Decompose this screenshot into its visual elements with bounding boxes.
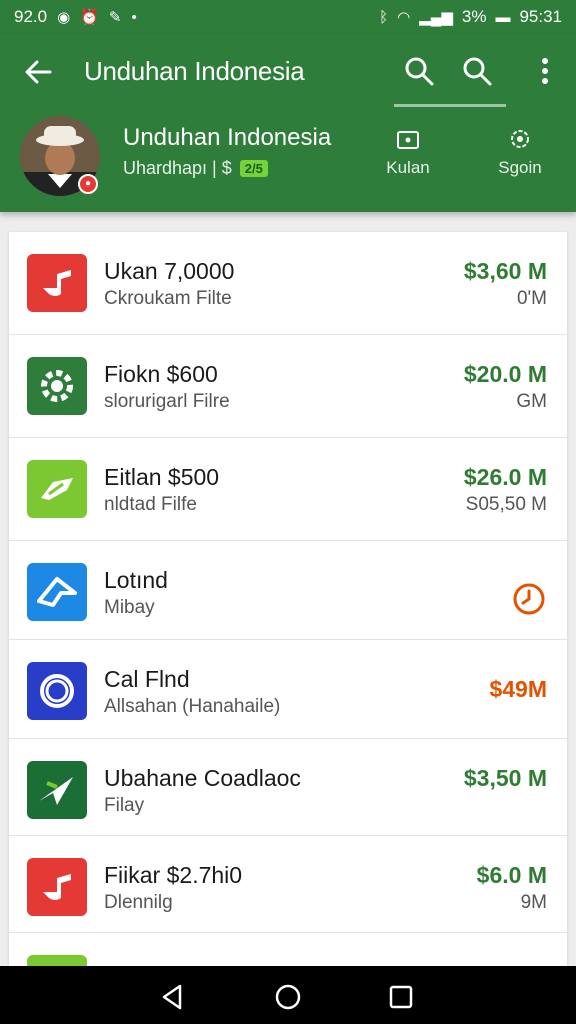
toolbar-title: Unduhan Indonesia [84, 56, 305, 86]
list-item-price: $20.0 M [463, 361, 547, 387]
download-list: Ukan 7,0000 Ckroukam Filte $3,60 M 0'M F… [9, 232, 567, 968]
ring-icon [27, 662, 87, 720]
profile-badge: 2/5 [239, 160, 268, 177]
status-bar: 92.0 ◉ ⏰ ✎ • ᛒ ◠ ▂▄▆ 3% ▬ 95:31 [0, 0, 576, 34]
tab-settings-label: Sgoin [498, 158, 542, 177]
notification-icon: ◉ [57, 8, 71, 26]
list-item-title: Fiikar $2.7hi0 [104, 862, 243, 888]
list-item-size: 9M [520, 892, 547, 913]
list-item-price: $26.0 M [463, 464, 547, 490]
list-item-title: Fiokn $600 [104, 361, 218, 387]
gear-icon [27, 357, 87, 415]
toolbar: Unduhan Indonesia [0, 34, 576, 108]
music-note-icon [27, 254, 87, 312]
search-icon[interactable] [402, 54, 436, 88]
status-clock: 95:31 [519, 7, 562, 26]
list-item-subtitle: Mibay [104, 597, 155, 618]
flag-arrow-icon [27, 460, 87, 518]
list-item[interactable]: Fiokn $600 slorurigarl Filre $20.0 M GM [9, 335, 567, 438]
profile-name: Unduhan Indonesia [123, 124, 332, 151]
folder-icon [397, 131, 419, 149]
tab-folder-label: Kulan [386, 158, 430, 177]
list-item-price: $3,50 M [463, 765, 547, 791]
list-item-size: S05,50 M [465, 494, 547, 515]
list-item-subtitle: Filay [104, 795, 145, 816]
list-item-title: Eitlan $500 [104, 464, 220, 490]
search-icon[interactable] [460, 54, 494, 88]
list-item[interactable]: Eitlan $500 nldtad Filfe $26.0 M S05,50 … [9, 438, 567, 541]
list-item-subtitle: nldtad Filfe [104, 494, 197, 515]
music-note-icon [27, 858, 87, 916]
bluetooth-icon: ᛒ [379, 8, 389, 26]
recents-square-icon[interactable] [386, 982, 416, 1012]
list-item-price: $6.0 M [476, 862, 547, 888]
list-item-title: Lotınd [104, 567, 168, 593]
paper-plane-icon [27, 761, 87, 819]
profile-subtitle-text: Uhardhapı | $ [123, 158, 232, 178]
battery-percent: 3% [461, 7, 487, 26]
list-item[interactable]: Ubahane Coadlaoc Filay $3,50 M [9, 739, 567, 836]
list-item-subtitle: Ckroukam Filte [104, 288, 232, 309]
list-item[interactable]: Fiikar $2.7hi0 Dlennilg $6.0 M 9M [9, 836, 567, 933]
status-time: 92.0 [14, 7, 48, 26]
tab-settings[interactable]: Sgoin [480, 126, 560, 178]
home-circle-icon[interactable] [273, 982, 303, 1012]
list-item-size: 0'M [516, 288, 547, 309]
clock-icon[interactable] [511, 581, 547, 617]
signal-icon: ▂▄▆ [419, 8, 453, 26]
list-item-title: Ubahane Coadlaoc [104, 765, 301, 791]
list-item[interactable] [9, 933, 567, 968]
list-item-title: Ukan 7,0000 [104, 258, 235, 284]
list-item[interactable]: Ukan 7,0000 Ckroukam Filte $3,60 M 0'M [9, 232, 567, 335]
list-item-price: $3,60 M [463, 258, 547, 284]
battery-icon: ▬ [495, 8, 511, 26]
list-item-price: $49M [489, 676, 547, 702]
dot-icon: • [131, 8, 137, 26]
tab-folder[interactable]: Kulan [368, 126, 448, 178]
avatar-badge-icon: ● [78, 174, 98, 194]
list-item-title: Cal Flnd [104, 666, 190, 692]
edit-icon: ✎ [108, 8, 122, 26]
alarm-icon: ⏰ [80, 8, 99, 26]
app-bar: Unduhan Indonesia ● Unduhan Indonesia Uh… [0, 34, 576, 212]
wifi-icon: ◠ [397, 8, 411, 26]
more-vert-icon[interactable] [528, 54, 562, 88]
list-item-subtitle: Dlennilg [104, 892, 173, 913]
list-item[interactable]: Lotınd Mibay [9, 541, 567, 640]
list-item[interactable]: Cal Flnd Allsahan (Hanahaile) $49M [9, 640, 567, 739]
tab-indicator [394, 104, 506, 107]
back-triangle-icon[interactable] [158, 982, 188, 1012]
list-item-subtitle: Allsahan (Hanahaile) [104, 696, 281, 717]
list-item-subtitle: slorurigarl Filre [104, 391, 230, 412]
list-item-size: GM [516, 391, 547, 412]
nav-bar [0, 966, 576, 1024]
cloud-arrow-icon [27, 563, 87, 621]
profile-subtitle: Uhardhapı | $ 2/5 [123, 158, 268, 179]
settings-gear-icon [511, 130, 529, 148]
back-arrow-icon[interactable] [20, 54, 56, 90]
